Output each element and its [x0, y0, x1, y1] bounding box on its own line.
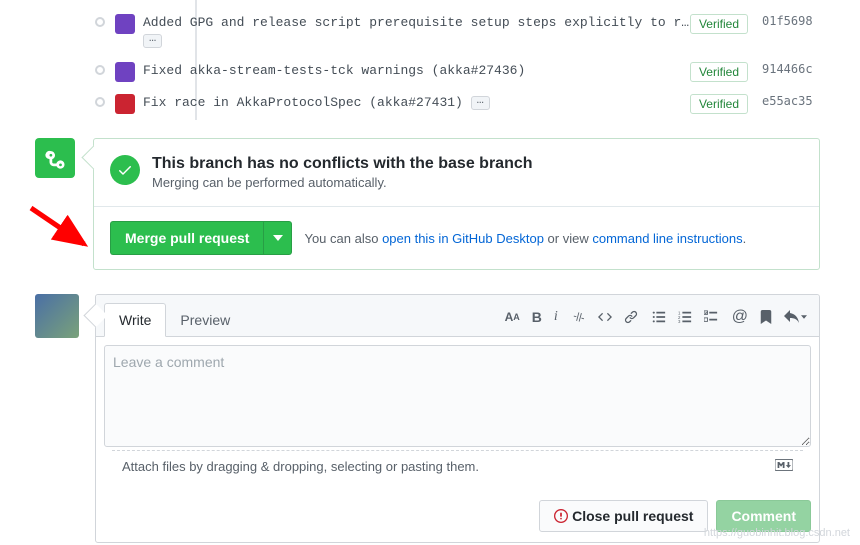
expand-commit-button[interactable]: …	[471, 96, 490, 110]
markdown-icon[interactable]	[775, 459, 793, 474]
close-pull-request-button[interactable]: Close pull request	[539, 500, 708, 532]
merge-title: This branch has no conflicts with the ba…	[152, 155, 533, 173]
commit-sha[interactable]: 914466c	[762, 62, 820, 76]
tab-write[interactable]: Write	[104, 303, 166, 337]
merge-status-icon	[35, 138, 75, 178]
command-line-instructions-link[interactable]: command line instructions	[592, 231, 742, 246]
svg-text:3: 3	[678, 319, 681, 324]
issue-closed-icon	[554, 509, 568, 523]
bold-icon[interactable]: B	[532, 308, 542, 326]
commit-row: Added GPG and release script prerequisit…	[95, 8, 820, 56]
comment-form: Write Preview AA B i 123	[95, 294, 820, 543]
merge-pull-request-button[interactable]: Merge pull request	[110, 221, 264, 255]
commit-row: Fix race in AkkaProtocolSpec (akka#27431…	[95, 88, 820, 120]
saved-replies-icon[interactable]	[760, 308, 772, 326]
merge-status-box: This branch has no conflicts with the ba…	[93, 138, 820, 270]
commit-row: Fixed akka-stream-tests-tck warnings (ak…	[95, 56, 820, 88]
task-list-icon[interactable]	[704, 308, 718, 326]
avatar[interactable]	[115, 94, 135, 114]
commit-sha[interactable]: e55ac35	[762, 94, 820, 108]
watermark: https://guobinhit.blog.csdn.net	[704, 527, 850, 539]
code-icon[interactable]	[598, 308, 612, 326]
open-in-desktop-link[interactable]: open this in GitHub Desktop	[382, 231, 544, 246]
merge-subtitle: Merging can be performed automatically.	[152, 175, 533, 190]
link-icon[interactable]	[624, 308, 638, 326]
comment-textarea[interactable]	[104, 345, 811, 447]
timeline-dot-icon	[95, 97, 105, 107]
check-circle-icon	[110, 155, 140, 185]
commit-message[interactable]: Added GPG and release script prerequisit…	[143, 14, 690, 50]
merge-options-dropdown[interactable]	[264, 221, 292, 255]
reply-icon[interactable]	[784, 308, 807, 326]
formatting-toolbar: AA B i 123 @	[505, 308, 811, 332]
commit-message[interactable]: Fix race in AkkaProtocolSpec (akka#27431…	[143, 94, 690, 112]
mention-icon[interactable]: @	[732, 308, 748, 326]
heading-icon[interactable]: AA	[505, 308, 520, 326]
expand-commit-button[interactable]: …	[143, 34, 162, 48]
verified-badge[interactable]: Verified	[690, 14, 748, 34]
tab-preview[interactable]: Preview	[166, 304, 244, 336]
quote-icon[interactable]	[572, 308, 586, 326]
numbered-list-icon[interactable]: 123	[678, 308, 692, 326]
commit-message[interactable]: Fixed akka-stream-tests-tck warnings (ak…	[143, 62, 690, 80]
timeline-dot-icon	[95, 65, 105, 75]
attach-hint[interactable]: Attach files by dragging & dropping, sel…	[122, 459, 479, 474]
avatar[interactable]	[115, 14, 135, 34]
timeline-dot-icon	[95, 17, 105, 27]
avatar[interactable]	[35, 294, 79, 338]
verified-badge[interactable]: Verified	[690, 62, 748, 82]
bullet-list-icon[interactable]	[652, 308, 666, 326]
merge-help-text: You can also open this in GitHub Desktop…	[304, 231, 746, 246]
verified-badge[interactable]: Verified	[690, 94, 748, 114]
italic-icon[interactable]: i	[554, 308, 558, 326]
avatar[interactable]	[115, 62, 135, 82]
commit-sha[interactable]: 01f5698	[762, 14, 820, 28]
